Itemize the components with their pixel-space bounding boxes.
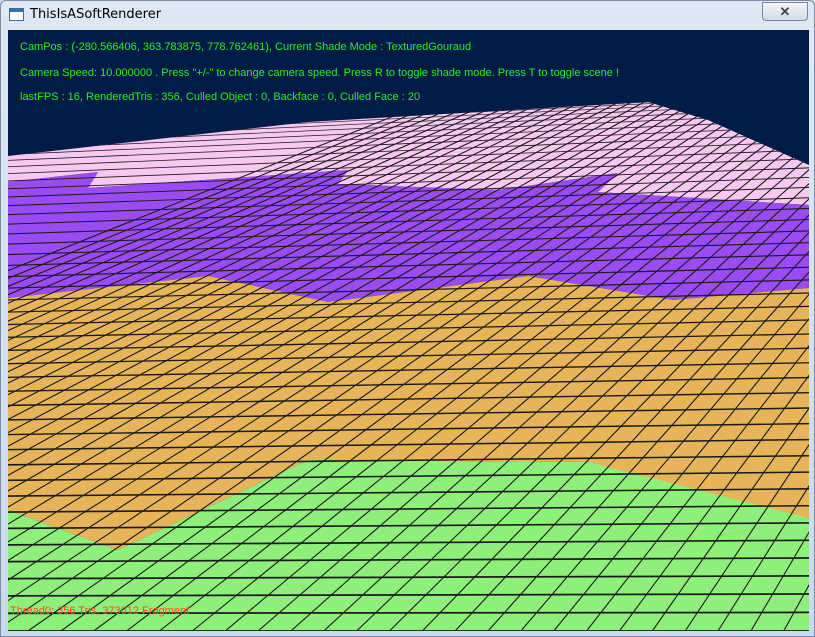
hud-campos: CamPos : (-280.566406, 363.783875, 778.7… — [20, 41, 472, 53]
close-button[interactable]: ✕ — [762, 2, 808, 21]
close-icon: ✕ — [779, 3, 791, 19]
app-window-icon — [9, 8, 24, 21]
title-bar[interactable]: ThisIsASoftRenderer ✕ — [1, 1, 814, 30]
hud-camera-speed: Camera Speed: 10.000000 . Press "+/-" to… — [20, 67, 620, 79]
terrain-scene — [8, 102, 809, 631]
app-window: ThisIsASoftRenderer ✕ CamPos : (-280.566… — [0, 0, 815, 637]
thread-stats: Thread0: 356 Tris, 373012 Fragment — [10, 605, 190, 617]
window-title: ThisIsASoftRenderer — [30, 7, 162, 22]
hud-stats: lastFPS : 16, RenderedTris : 356, Culled… — [20, 91, 421, 103]
render-viewport[interactable]: CamPos : (-280.566406, 363.783875, 778.7… — [8, 30, 809, 631]
